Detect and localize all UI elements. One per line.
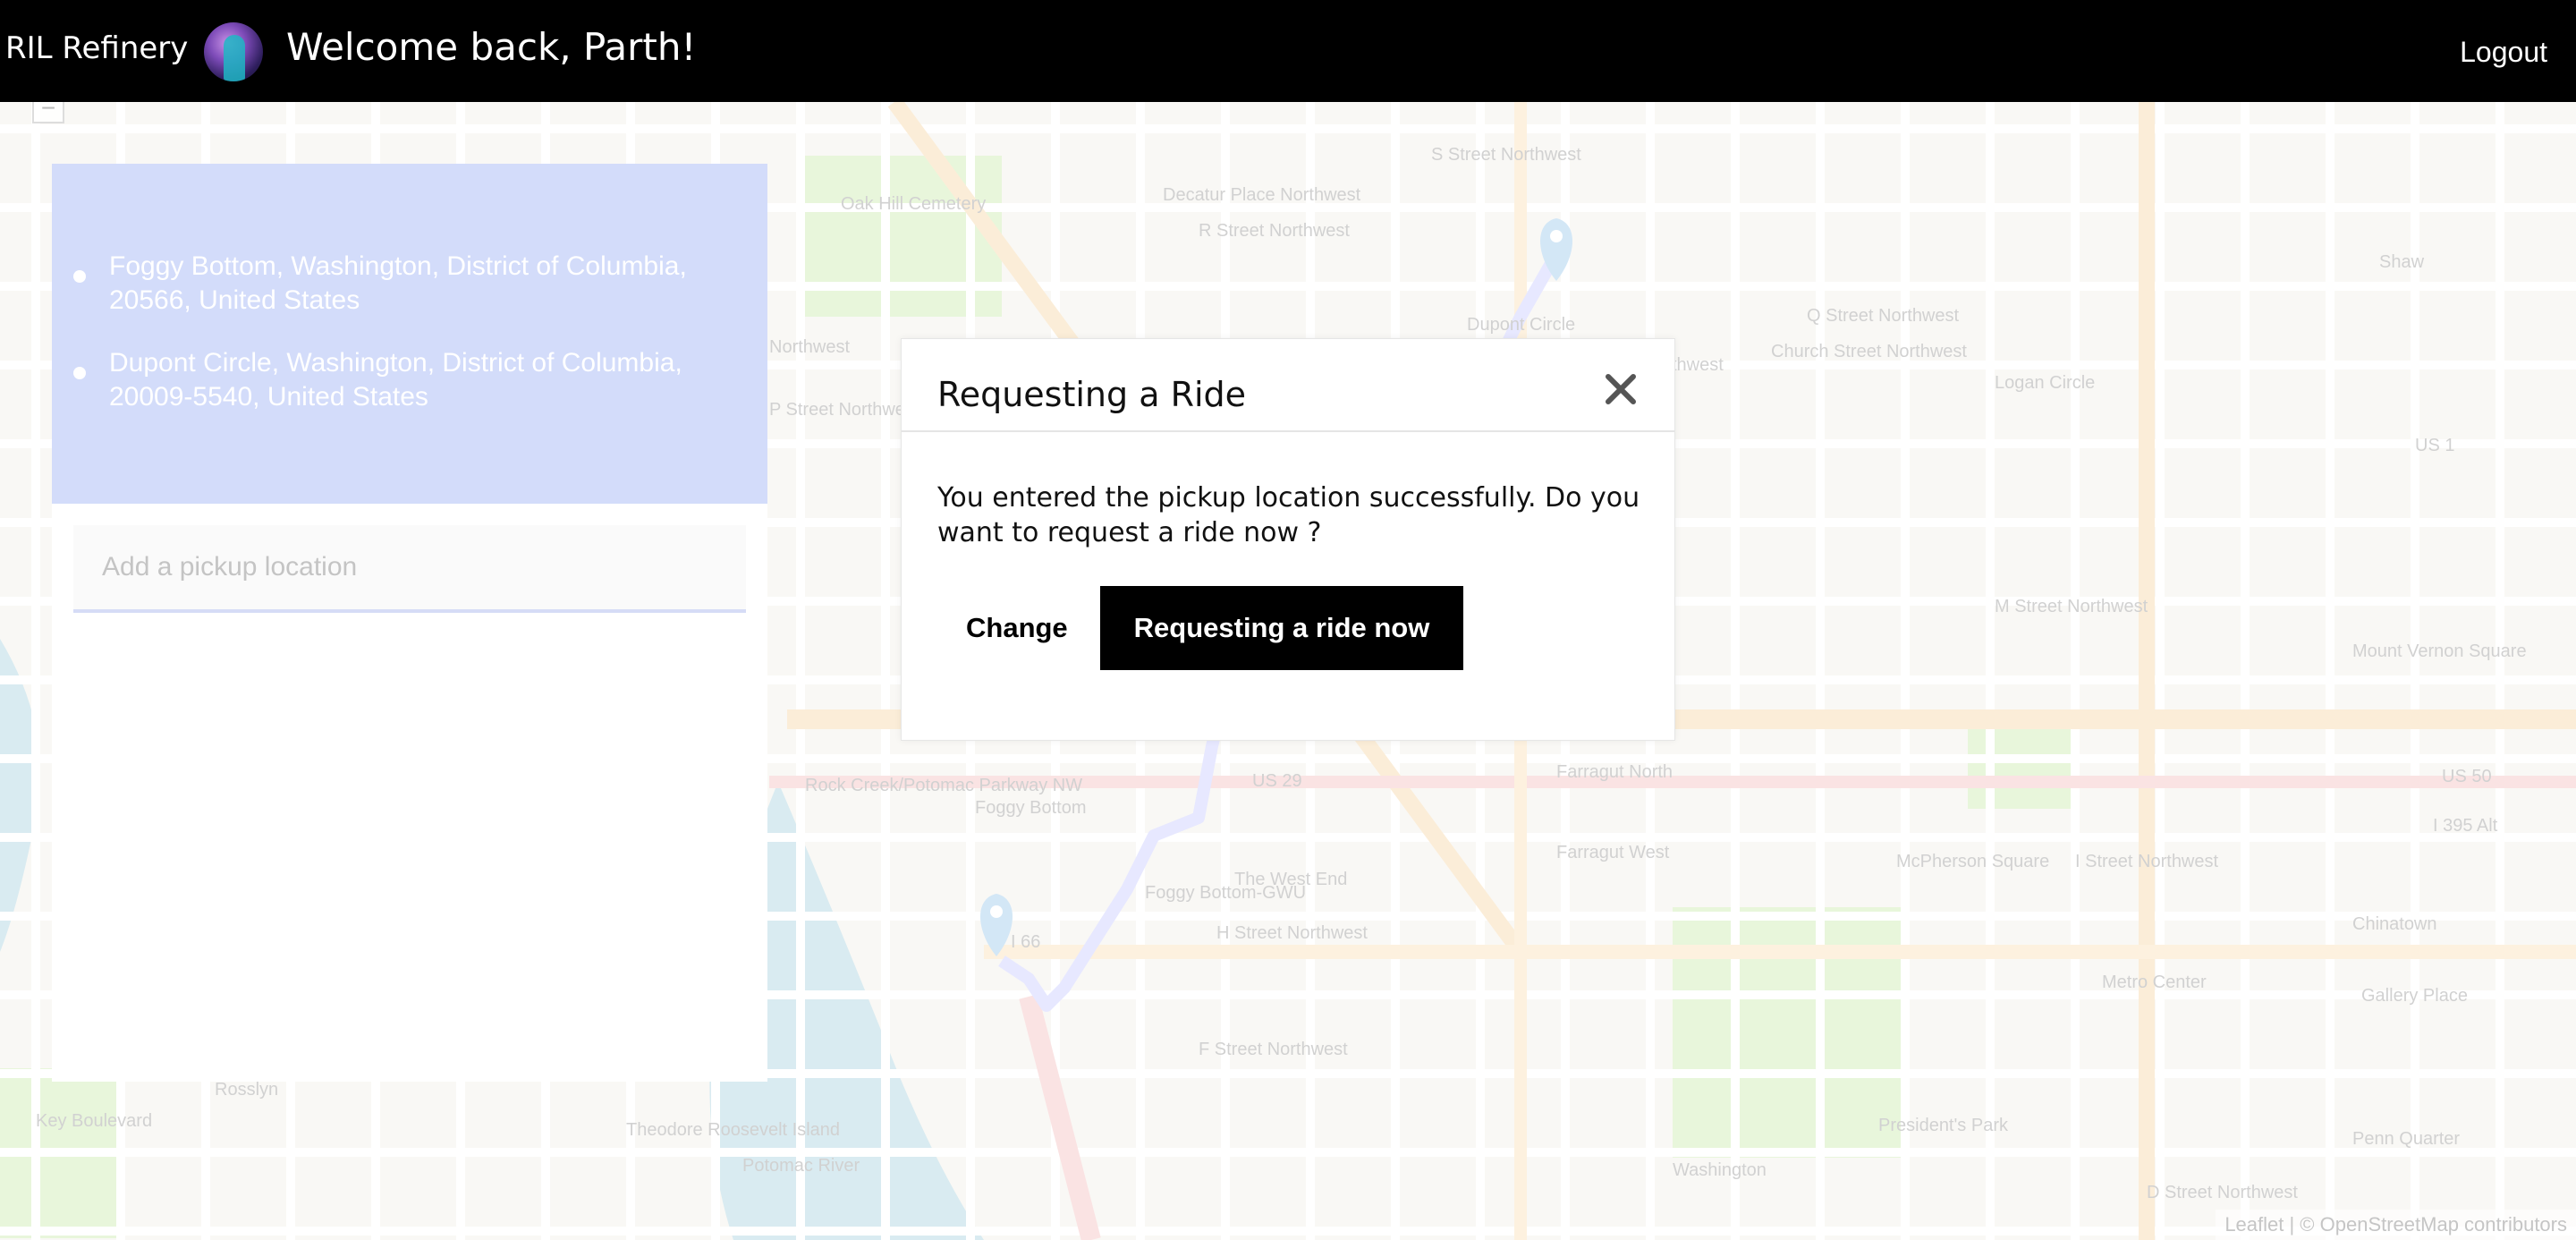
bullet-icon	[73, 367, 86, 379]
location-list: Foggy Bottom, Washington, District of Co…	[52, 164, 767, 504]
modal-title: Requesting a Ride	[937, 375, 1247, 414]
list-item[interactable]: Dupont Circle, Washington, District of C…	[52, 346, 767, 414]
request-ride-modal: Requesting a Ride You entered the pickup…	[901, 338, 1675, 741]
modal-message: You entered the pickup location successf…	[937, 482, 1640, 548]
list-item[interactable]: Foggy Bottom, Washington, District of Co…	[52, 250, 767, 318]
logout-link[interactable]: Logout	[2460, 36, 2547, 69]
ride-panel: Foggy Bottom, Washington, District of Co…	[52, 164, 767, 1082]
map-attribution[interactable]: Leaflet | © OpenStreetMap contributors	[2216, 1210, 2576, 1240]
change-button[interactable]: Change	[937, 586, 1097, 670]
welcome-message: Welcome back, Parth!	[286, 25, 697, 69]
request-ride-button[interactable]: Requesting a ride now	[1100, 586, 1463, 670]
top-bar: RIL Refinery Welcome back, Parth! Logout	[0, 0, 2576, 102]
avatar[interactable]	[204, 22, 263, 81]
location-address: Foggy Bottom, Washington, District of Co…	[109, 251, 687, 315]
brand-name: RIL Refinery	[5, 30, 189, 66]
bullet-icon	[73, 270, 86, 283]
location-address: Dupont Circle, Washington, District of C…	[109, 348, 682, 412]
modal-header: Requesting a Ride	[902, 339, 1674, 432]
close-icon[interactable]	[1603, 371, 1639, 407]
pickup-location-input[interactable]	[73, 525, 746, 613]
zoom-out-button[interactable]: −	[32, 96, 64, 123]
